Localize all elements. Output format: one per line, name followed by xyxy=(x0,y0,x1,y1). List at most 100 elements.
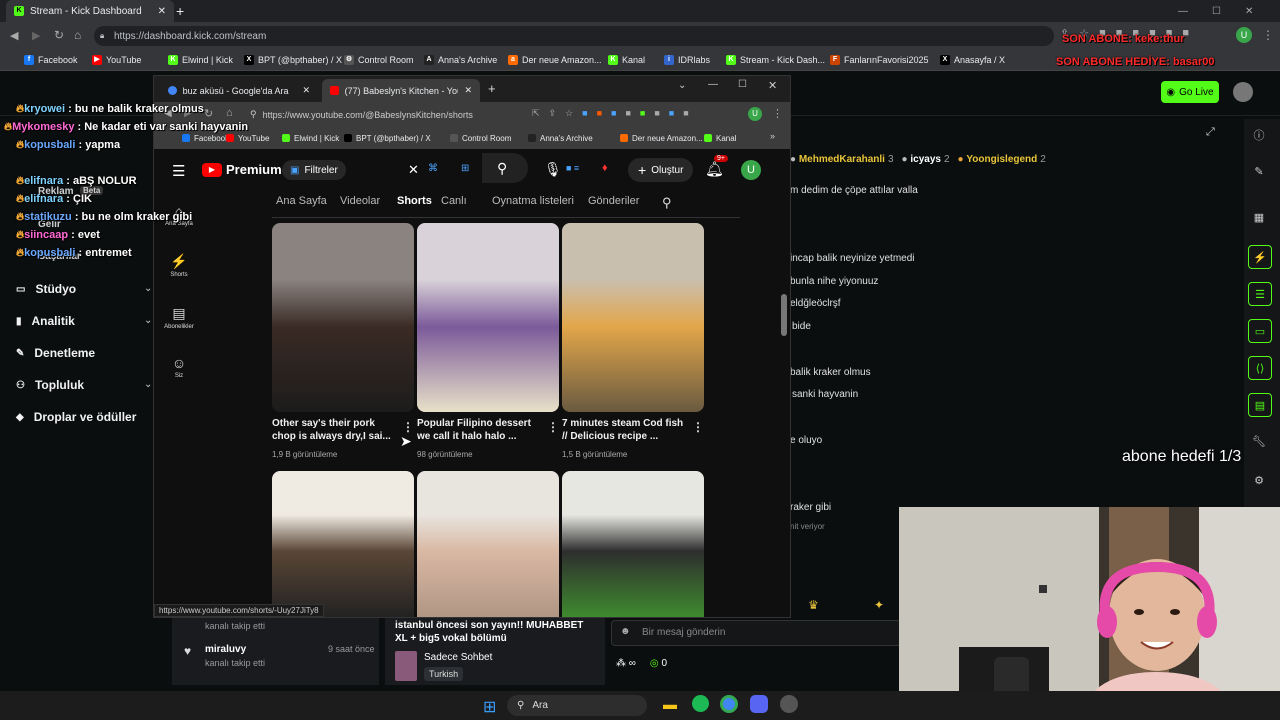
browser-tab-kick[interactable]: K Stream - Kick Dashboard ✕ xyxy=(6,0,174,22)
panel-icon[interactable]: ▦ xyxy=(1248,206,1270,228)
short-title[interactable]: 7 minutes steam Cod fish // Delicious re… xyxy=(562,417,686,443)
profile-avatar[interactable]: U xyxy=(748,107,762,121)
account-avatar[interactable]: U xyxy=(741,160,761,180)
more-options-icon[interactable]: ⋮ xyxy=(547,420,559,434)
chrome-icon[interactable] xyxy=(720,695,738,713)
chevron-down-icon[interactable]: ⌄ xyxy=(144,379,152,390)
close-tab-icon[interactable]: ✕ xyxy=(464,85,472,96)
scrollbar-track[interactable] xyxy=(780,218,788,613)
more-options-icon[interactable]: ⋮ xyxy=(692,420,704,434)
home-icon[interactable]: ⌂ xyxy=(74,28,81,42)
extension-icon[interactable]: ■ xyxy=(597,108,602,119)
new-tab-button[interactable]: + xyxy=(168,0,192,22)
bookmark-item[interactable]: X BPT (@bpthaber) / X xyxy=(244,50,342,70)
channel-tab[interactable]: Gönderiler xyxy=(588,195,639,207)
wrench-icon[interactable]: 🔧︎ xyxy=(1248,430,1270,452)
extension-icon[interactable]: ⇱ xyxy=(532,108,540,119)
extension-icon[interactable]: ■ xyxy=(625,108,630,119)
close-tab-icon[interactable]: ✕ xyxy=(302,85,310,96)
channel-tab[interactable]: Canlı xyxy=(441,195,467,207)
yt-tab[interactable]: buz aküsü - Google'da Ara ✕ xyxy=(160,79,318,102)
extension-icon[interactable]: ■ xyxy=(640,108,645,119)
guide-item[interactable]: ⚡ Shorts xyxy=(154,253,204,278)
gifter-item[interactable]: ● icyays 2 xyxy=(902,154,950,168)
yt-tab[interactable]: (77) Babeslyn's Kitchen - YouTub... ✕ xyxy=(322,79,480,102)
minimize-icon[interactable]: — xyxy=(708,79,718,90)
new-tab-button[interactable]: + xyxy=(488,81,496,96)
quick-actions-icon[interactable]: ⚡ xyxy=(1248,245,1272,269)
discord-icon[interactable] xyxy=(750,695,768,713)
close-tab-icon[interactable]: ✕ xyxy=(158,6,166,17)
extension-icon[interactable]: ⊞ xyxy=(461,163,469,174)
extension-icon[interactable]: ■ ≡ xyxy=(566,163,579,173)
bookmark-item[interactable]: BPT (@bpthaber) / X xyxy=(344,128,431,148)
code-icon[interactable]: ⟨⟩ xyxy=(1248,356,1272,380)
bookmark-item[interactable]: a Der neue Amazon... xyxy=(508,50,602,70)
microphone-icon[interactable]: 🎙︎ xyxy=(544,161,562,178)
extension-icon[interactable]: ■ xyxy=(669,108,674,119)
nav-item[interactable]: ▭ Stüdyo xyxy=(16,282,76,296)
chat-icon[interactable]: ▭ xyxy=(1248,319,1272,343)
create-button[interactable]: + Oluştur xyxy=(628,158,694,182)
url-field[interactable]: 🔒︎ https://dashboard.kick.com/stream xyxy=(94,26,1054,46)
short-thumbnail[interactable] xyxy=(272,471,414,617)
user-avatar[interactable] xyxy=(1233,82,1253,102)
short-title[interactable]: Popular Filipino dessert we call it halo… xyxy=(417,417,541,443)
site-info-icon[interactable]: ⚲ xyxy=(250,109,257,120)
bookmark-item[interactable]: A Anna's Archive xyxy=(424,50,497,70)
scrollbar-thumb[interactable] xyxy=(781,294,787,336)
settings-icon[interactable]: ⚙ xyxy=(1248,469,1270,491)
more-bookmarks-icon[interactable]: » xyxy=(770,131,775,141)
translate-icon[interactable]: ⌘ xyxy=(428,163,438,174)
gifter-item[interactable]: ● Yoongislegend 2 xyxy=(958,154,1046,168)
stream-tag[interactable]: Turkish xyxy=(424,667,464,681)
start-menu-icon[interactable]: ⊞ xyxy=(483,697,496,717)
short-thumbnail[interactable] xyxy=(272,223,414,412)
maximize-icon[interactable]: ☐ xyxy=(1212,6,1221,17)
nav-item[interactable]: ◆ Droplar ve ödüller xyxy=(16,410,136,424)
channel-search-icon[interactable]: ⚲ xyxy=(662,195,672,211)
profile-avatar[interactable]: U xyxy=(1236,27,1252,43)
spotify-icon[interactable] xyxy=(692,695,709,712)
short-thumbnail[interactable] xyxy=(417,223,559,412)
nav-item[interactable]: ✎ Denetleme xyxy=(16,346,95,360)
short-thumbnail[interactable] xyxy=(562,223,704,412)
close-window-icon[interactable]: ✕ xyxy=(1245,6,1253,17)
edit-icon[interactable]: ✎ xyxy=(1248,160,1270,182)
taskbar-search[interactable]: ⚲ Ara xyxy=(507,695,647,716)
short-thumbnail[interactable] xyxy=(417,471,559,617)
bookmark-item[interactable]: K Kanal xyxy=(608,50,645,70)
bookmark-item[interactable]: Elwind | Kick xyxy=(282,128,339,148)
extension-icon[interactable]: ■ xyxy=(611,108,616,119)
channel-tab[interactable]: Videolar xyxy=(340,195,380,207)
channel-tab[interactable]: Ana Sayfa xyxy=(276,195,327,207)
popout-icon[interactable]: ⤢ xyxy=(1206,126,1215,139)
youtube-logo[interactable]: ▶ Premium TR xyxy=(202,162,294,177)
extension-icon[interactable]: ♦ xyxy=(602,162,608,174)
maximize-icon[interactable]: ☐ xyxy=(738,79,747,90)
reload-icon[interactable]: ↻ xyxy=(54,28,64,42)
bookmark-item[interactable]: Der neue Amazon... xyxy=(620,128,703,148)
tab-search-icon[interactable]: ⌄ xyxy=(678,80,686,91)
emote-icon[interactable]: ☻ xyxy=(620,626,631,637)
nav-item[interactable]: ⚇ Topluluk xyxy=(16,378,84,392)
bookmark-item[interactable]: i IDRlabs xyxy=(664,50,710,70)
forward-icon[interactable]: ▶ xyxy=(32,29,40,42)
bookmark-item[interactable]: K Stream - Kick Dash... xyxy=(726,50,825,70)
minimize-icon[interactable]: — xyxy=(1178,6,1188,17)
short-thumbnail[interactable] xyxy=(562,471,704,617)
queue-icon[interactable]: ☰ xyxy=(1248,282,1272,306)
share-icon[interactable]: ⇪ xyxy=(549,108,557,119)
bookmark-item[interactable]: ▶ YouTube xyxy=(92,50,141,70)
guide-item[interactable]: ☺ Siz xyxy=(154,355,204,379)
short-title[interactable]: Other say's their pork chop is always dr… xyxy=(272,417,396,443)
home-icon[interactable]: ⌂ xyxy=(226,107,233,119)
back-icon[interactable]: ◀ xyxy=(10,29,18,42)
bookmark-item[interactable]: X Anasayfa / X xyxy=(940,50,1005,70)
bookmark-item[interactable]: Anna's Archive xyxy=(528,128,593,148)
chevron-down-icon[interactable]: ⌄ xyxy=(144,283,152,294)
chat-input[interactable]: ☻ Bir mesaj gönderin xyxy=(611,620,901,646)
filters-button[interactable]: ▣ Filtreler xyxy=(282,160,346,180)
bookmark-star-icon[interactable]: ☆ xyxy=(565,108,573,119)
site-info-icon[interactable]: 🔒︎ xyxy=(100,31,104,41)
